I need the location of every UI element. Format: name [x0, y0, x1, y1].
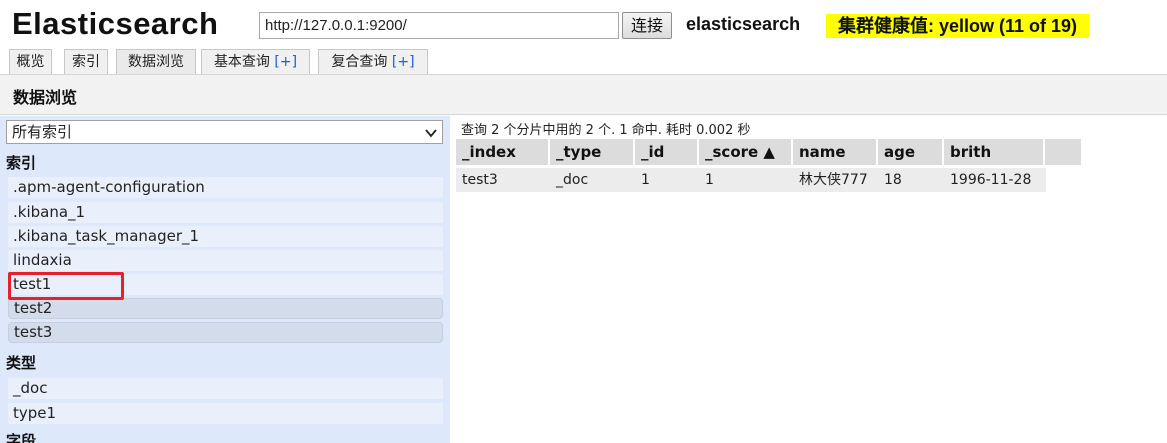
table-cell[interactable]: 18: [878, 168, 944, 192]
column-header-sorted[interactable]: _score ▲: [699, 139, 793, 165]
cluster-url-input[interactable]: [259, 12, 619, 39]
page-header: 数据浏览: [0, 74, 1167, 115]
table-cell[interactable]: 林大侠777: [793, 168, 878, 192]
sidebar: 所有索引 索引 .apm-agent-configuration .kibana…: [0, 116, 450, 443]
main-tabs: 概览 索引 数据浏览 基本查询 [+] 复合查询 [+]: [0, 46, 1167, 74]
types-heading: 类型: [6, 354, 37, 372]
sidebar-item-index[interactable]: lindaxia: [8, 250, 443, 271]
column-header[interactable]: brith: [944, 139, 1045, 165]
column-header[interactable]: _id: [635, 139, 699, 165]
indices-heading: 索引: [6, 154, 37, 172]
sidebar-item-index-selected[interactable]: test3: [8, 322, 443, 343]
tab-overview[interactable]: 概览: [9, 49, 52, 74]
chevron-down-icon: [425, 129, 437, 138]
compound-query-add-link[interactable]: [+]: [392, 54, 415, 70]
sidebar-item-type[interactable]: _doc: [8, 378, 443, 399]
tab-indices[interactable]: 索引: [64, 49, 108, 74]
index-select-value: 所有索引: [12, 123, 73, 141]
table-cell[interactable]: 1996-11-28: [944, 168, 1046, 192]
column-header[interactable]: _index: [456, 139, 550, 165]
connect-button[interactable]: 连接: [622, 12, 672, 39]
column-header[interactable]: name: [793, 139, 878, 165]
tab-data-browser[interactable]: 数据浏览: [116, 49, 196, 74]
cluster-health-badge: 集群健康值: yellow (11 of 19): [826, 14, 1090, 38]
fields-heading: 字段: [6, 432, 37, 443]
annotation-highlight-box: [8, 272, 124, 300]
query-summary: 查询 2 个分片中用的 2 个. 1 命中. 耗时 0.002 秒: [461, 123, 751, 138]
table-cell[interactable]: 1: [699, 168, 793, 192]
column-header-filler: [1045, 139, 1081, 165]
table-cell[interactable]: _doc: [550, 168, 635, 192]
basic-query-add-link[interactable]: [+]: [274, 54, 297, 70]
cluster-name: elasticsearch: [686, 14, 801, 34]
column-header[interactable]: _type: [550, 139, 635, 165]
sidebar-item-index[interactable]: .kibana_task_manager_1: [8, 226, 443, 247]
table-cell[interactable]: test3: [456, 168, 550, 192]
sidebar-item-type[interactable]: type1: [8, 403, 443, 424]
tab-basic-query[interactable]: 基本查询 [+]: [201, 49, 310, 74]
tab-compound-query[interactable]: 复合查询 [+]: [318, 49, 428, 74]
sidebar-item-index[interactable]: .apm-agent-configuration: [8, 177, 443, 198]
header: Elasticsearch 连接 elasticsearch 集群健康值: ye…: [0, 0, 1167, 46]
table-cell[interactable]: 1: [635, 168, 699, 192]
app-title: Elasticsearch: [12, 6, 219, 41]
page-title: 数据浏览: [13, 88, 78, 107]
index-select[interactable]: 所有索引: [6, 120, 443, 144]
sidebar-item-index[interactable]: .kibana_1: [8, 202, 443, 223]
sidebar-item-index-selected[interactable]: test2: [8, 298, 443, 319]
column-header[interactable]: age: [878, 139, 944, 165]
